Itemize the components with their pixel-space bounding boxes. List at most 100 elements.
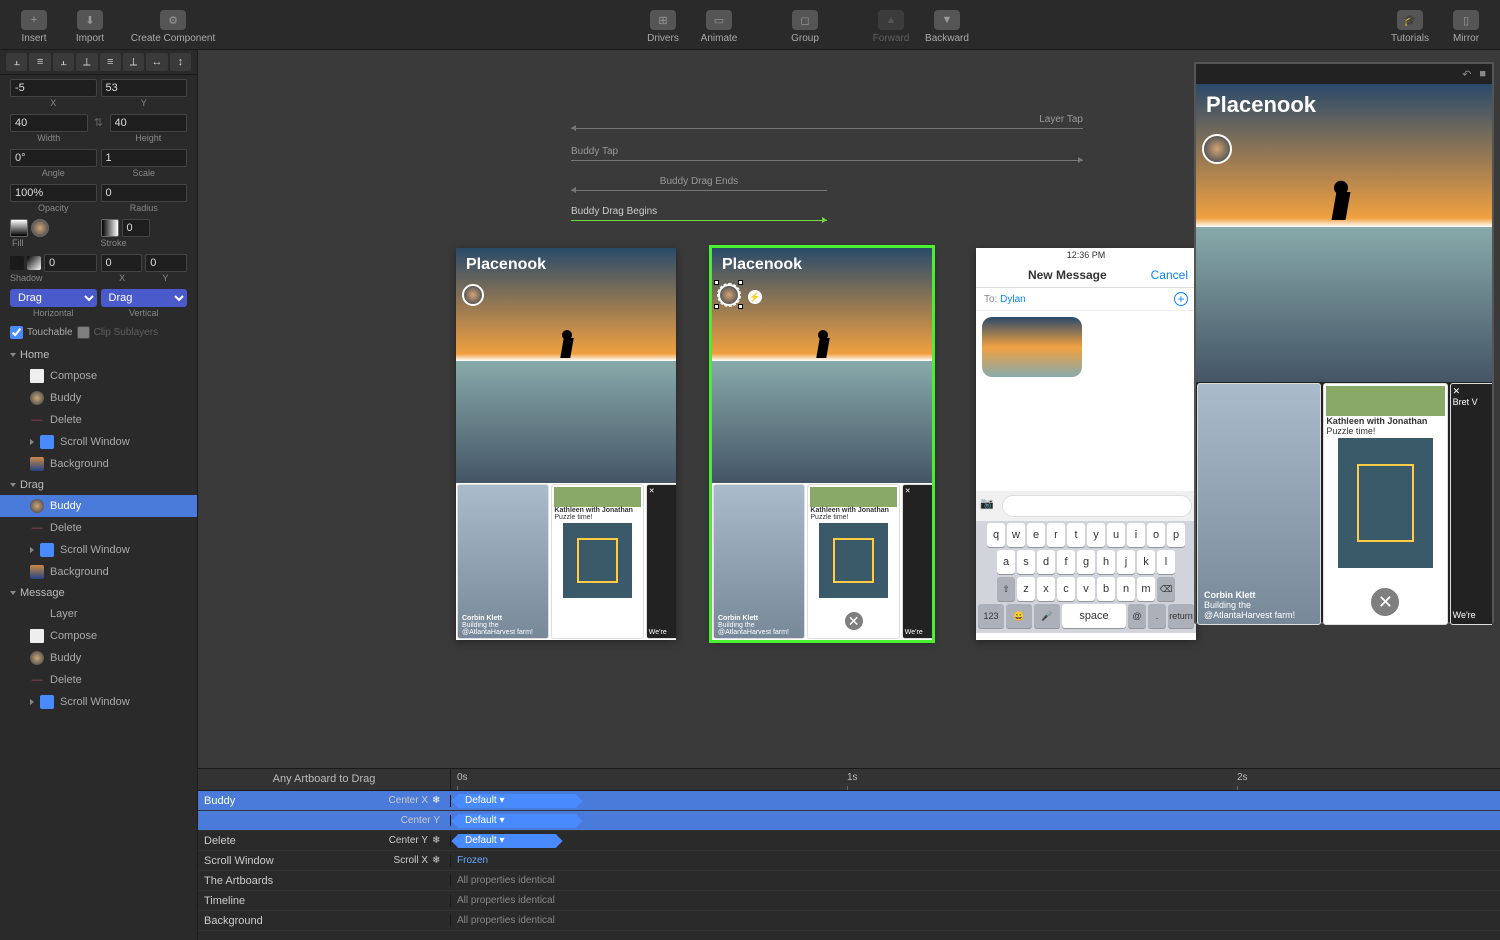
key-🎤[interactable]: 🎤	[1034, 604, 1060, 628]
align-center-v-icon[interactable]: ≡	[100, 53, 121, 71]
timeline-row[interactable]: Scroll WindowScroll X❄Frozen	[198, 851, 1500, 871]
media-swatch[interactable]	[31, 219, 49, 237]
key-f[interactable]: f	[1057, 550, 1075, 574]
timeline-row[interactable]: The ArtboardsAll properties identical	[198, 871, 1500, 891]
layer-group-message[interactable]: Message	[0, 583, 197, 603]
layer-group-home[interactable]: Home	[0, 345, 197, 365]
artboard-home[interactable]: Placenook Corbin KlettBuilding the @Atla…	[456, 248, 676, 640]
mirror-button[interactable]: ▯Mirror	[1438, 0, 1494, 49]
clip-checkbox[interactable]: Clip Sublayers	[77, 326, 158, 339]
key-😀[interactable]: 😀	[1006, 604, 1032, 628]
align-top-icon[interactable]: ⟂	[76, 53, 97, 71]
distribute-h-icon[interactable]: ↔	[146, 53, 167, 71]
layer-item-buddy[interactable]: Buddy	[0, 387, 197, 409]
message-input[interactable]	[1002, 495, 1192, 517]
layer-item-buddy-msg[interactable]: Buddy	[0, 647, 197, 669]
scale-input[interactable]	[101, 149, 188, 167]
key-n[interactable]: n	[1117, 577, 1135, 601]
key-c[interactable]: c	[1057, 577, 1075, 601]
align-right-icon[interactable]: ⫠	[53, 53, 74, 71]
distribute-v-icon[interactable]: ↕	[170, 53, 191, 71]
key-.[interactable]: .	[1148, 604, 1166, 628]
forward-button[interactable]: ▲Forward	[863, 0, 919, 49]
align-center-h-icon[interactable]: ≡	[29, 53, 50, 71]
key-space[interactable]: space	[1062, 604, 1126, 628]
layer-item-scroll-msg[interactable]: Scroll Window	[0, 691, 197, 713]
avatar-selected[interactable]	[718, 284, 740, 306]
timeline-row[interactable]: DeleteCenter Y❄Default ▾	[198, 831, 1500, 851]
key-t[interactable]: t	[1067, 523, 1085, 547]
timeline-row[interactable]: Center YDefault ▾	[198, 811, 1500, 831]
create-component-button[interactable]: ⚙Create Component	[118, 0, 228, 49]
key-j[interactable]: j	[1117, 550, 1135, 574]
key-o[interactable]: o	[1147, 523, 1165, 547]
layer-item-delete[interactable]: —Delete	[0, 409, 197, 431]
timeline-row[interactable]: BackgroundAll properties identical	[198, 911, 1500, 931]
animate-button[interactable]: ▭Animate	[691, 0, 747, 49]
align-left-icon[interactable]: ⫠	[6, 53, 27, 71]
layer-item-compose-msg[interactable]: Compose	[0, 625, 197, 647]
width-input[interactable]	[10, 114, 88, 132]
key-⇧[interactable]: ⇧	[997, 577, 1015, 601]
layer-item-layer[interactable]: Layer	[0, 603, 197, 625]
offset-x-input[interactable]	[101, 254, 143, 272]
angle-input[interactable]	[10, 149, 97, 167]
tutorials-button[interactable]: 🎓Tutorials	[1382, 0, 1438, 49]
key-q[interactable]: q	[987, 523, 1005, 547]
blur-swatch[interactable]	[27, 256, 41, 270]
connection-buddy-drag-begins[interactable]: Buddy Drag Begins	[571, 220, 827, 221]
drivers-button[interactable]: ⊞Drivers	[635, 0, 691, 49]
offset-y-input[interactable]	[145, 254, 187, 272]
stroke-width-input[interactable]	[122, 219, 150, 237]
key-return[interactable]: return	[1168, 604, 1194, 628]
layer-item-delete-drag[interactable]: —Delete	[0, 517, 197, 539]
stroke-swatch[interactable]	[101, 219, 119, 237]
height-input[interactable]	[110, 114, 188, 132]
key-⌫[interactable]: ⌫	[1157, 577, 1175, 601]
add-recipient-icon[interactable]: +	[1174, 292, 1188, 306]
group-button[interactable]: ◻Group	[777, 0, 833, 49]
layer-item-scroll-window[interactable]: Scroll Window	[0, 431, 197, 453]
scroll-v-select[interactable]: Drag	[101, 289, 188, 307]
close-icon[interactable]: ✕	[843, 610, 865, 632]
shadow-swatch[interactable]	[10, 256, 24, 270]
backward-button[interactable]: ▼Backward	[919, 0, 975, 49]
key-v[interactable]: v	[1077, 577, 1095, 601]
layer-item-compose[interactable]: Compose	[0, 365, 197, 387]
key-r[interactable]: r	[1047, 523, 1065, 547]
key-123[interactable]: 123	[978, 604, 1004, 628]
key-l[interactable]: l	[1157, 550, 1175, 574]
camera-icon[interactable]: ■	[1479, 68, 1486, 80]
key-y[interactable]: y	[1087, 523, 1105, 547]
key-b[interactable]: b	[1097, 577, 1115, 601]
key-x[interactable]: x	[1037, 577, 1055, 601]
timeline-row[interactable]: BuddyCenter X❄Default ▾	[198, 791, 1500, 811]
layer-item-scroll-drag[interactable]: Scroll Window	[0, 539, 197, 561]
artboard-drag[interactable]: Placenook ⚡ Corbin KlettBuilding the @At…	[712, 248, 932, 640]
opacity-input[interactable]	[10, 184, 97, 202]
layer-item-buddy-drag[interactable]: Buddy	[0, 495, 197, 517]
radius-input[interactable]	[101, 184, 188, 202]
y-input[interactable]	[101, 79, 188, 97]
key-k[interactable]: k	[1137, 550, 1155, 574]
key-g[interactable]: g	[1077, 550, 1095, 574]
key-z[interactable]: z	[1017, 577, 1035, 601]
touchable-checkbox[interactable]: Touchable	[10, 326, 73, 339]
x-input[interactable]	[10, 79, 97, 97]
key-e[interactable]: e	[1027, 523, 1045, 547]
camera-icon[interactable]: 📷	[980, 497, 998, 515]
fill-swatch[interactable]	[10, 219, 28, 237]
canvas[interactable]: Layer Tap Buddy Tap Buddy Drag Ends Budd…	[198, 50, 1500, 768]
key-i[interactable]: i	[1127, 523, 1145, 547]
layer-item-delete-msg[interactable]: —Delete	[0, 669, 197, 691]
key-d[interactable]: d	[1037, 550, 1055, 574]
key-a[interactable]: a	[997, 550, 1015, 574]
shadow-input[interactable]	[44, 254, 97, 272]
undo-icon[interactable]: ↶	[1462, 68, 1471, 81]
scroll-h-select[interactable]: Drag	[10, 289, 97, 307]
bolt-icon[interactable]: ⚡	[748, 290, 762, 304]
align-bottom-icon[interactable]: ⟂	[123, 53, 144, 71]
cancel-button[interactable]: Cancel	[1151, 268, 1188, 282]
layer-item-background-drag[interactable]: Background	[0, 561, 197, 583]
timeline-row[interactable]: TimelineAll properties identical	[198, 891, 1500, 911]
